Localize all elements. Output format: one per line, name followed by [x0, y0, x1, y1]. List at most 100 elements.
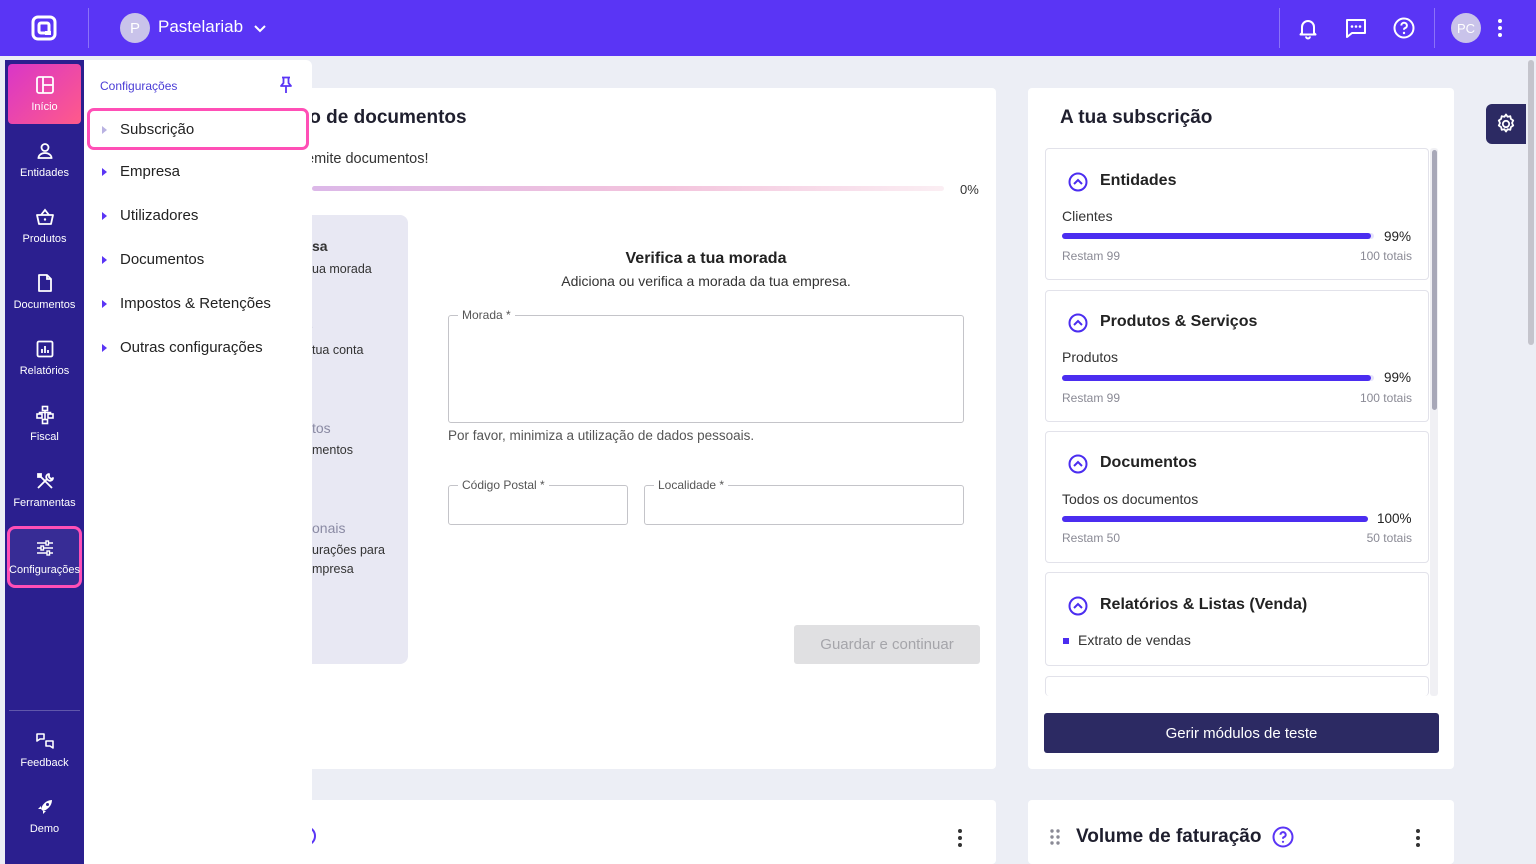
step-4-desc-2: mpresa — [312, 562, 354, 576]
basket-icon — [35, 208, 54, 225]
sub-section-relatorios: Relatórios & Listas (Venda) Extrato de v… — [1045, 572, 1429, 666]
rail-item-demo[interactable]: Demo — [8, 786, 81, 846]
rail-item-inicio[interactable]: Início — [8, 64, 81, 124]
bullet — [1063, 638, 1069, 644]
chevron-up-circle-icon[interactable] — [1068, 454, 1088, 474]
bell-icon[interactable] — [1296, 16, 1320, 40]
steps-panel — [312, 215, 408, 664]
usage-bar — [1062, 233, 1374, 239]
rocket-icon — [37, 800, 52, 814]
divider — [1279, 8, 1280, 48]
locality-label: Localidade * — [654, 478, 729, 492]
submenu-item-documentos[interactable]: Documentos — [102, 251, 204, 268]
divider — [88, 8, 89, 48]
submenu-item-impostos[interactable]: Impostos & Retenções — [102, 295, 271, 312]
usage-label: Clientes — [1062, 208, 1113, 224]
icon-rail: Início Entidades Produtos Documentos Rel… — [5, 60, 84, 864]
rail-item-relatorios[interactable]: Relatórios — [8, 328, 81, 388]
rail-label: Produtos — [22, 233, 67, 245]
rail-item-configuracoes[interactable]: Configurações — [7, 526, 82, 588]
subscription-scroll-thumb[interactable] — [1432, 150, 1437, 410]
rail-label: Demo — [29, 823, 60, 835]
help-icon[interactable] — [1272, 826, 1294, 848]
submenu-item-subscricao[interactable]: Subscrição — [87, 108, 309, 150]
section-heading: Documentos — [1100, 454, 1197, 471]
help-icon[interactable] — [1392, 16, 1416, 40]
chevron-up-circle-icon[interactable] — [1068, 313, 1088, 333]
sub-section-next — [1045, 676, 1429, 696]
rail-item-produtos[interactable]: Produtos — [8, 196, 81, 256]
sub-section-documentos: Documentos Todos os documentos 100% Rest… — [1045, 431, 1429, 563]
morada-field[interactable]: Morada * — [448, 308, 964, 423]
sub-section-produtos: Produtos & Serviços Produtos 99% Restam … — [1045, 290, 1429, 422]
usage-total: 50 totais — [1366, 531, 1412, 545]
feedback-icon — [35, 733, 54, 749]
locality-field[interactable]: Localidade * — [644, 478, 964, 525]
submenu-item-outras[interactable]: Outras configurações — [102, 339, 263, 356]
onboarding-progress-bar — [312, 186, 944, 191]
step-4-desc: urações para — [312, 543, 385, 557]
rail-label: Ferramentas — [13, 497, 76, 509]
dashboard-icon — [35, 76, 54, 94]
rail-item-ferramentas[interactable]: Ferramentas — [8, 460, 81, 520]
drag-handle-icon[interactable] — [1049, 828, 1061, 846]
page-scroll-thumb[interactable] — [1528, 60, 1534, 345]
document-icon — [37, 274, 52, 292]
section-heading: Entidades — [1100, 172, 1177, 189]
step-4-title[interactable]: onais — [312, 520, 345, 536]
save-continue-button[interactable]: Guardar e continuar — [794, 625, 980, 664]
rail-item-feedback[interactable]: Feedback — [8, 720, 81, 780]
sub-section-entidades: Entidades Clientes 99% Restam 99 100 tot… — [1045, 148, 1429, 280]
form-title: Verifica a tua morada — [625, 250, 787, 267]
rail-label: Relatórios — [19, 365, 70, 377]
step-3-title[interactable]: tos — [312, 420, 331, 436]
org-name[interactable]: Pastelariab — [158, 17, 243, 37]
submenu-item-utilizadores[interactable]: Utilizadores — [102, 207, 198, 224]
chevron-up-circle-icon[interactable] — [1068, 596, 1088, 616]
pin-icon[interactable] — [278, 76, 294, 94]
rail-item-entidades[interactable]: Entidades — [8, 130, 81, 190]
submenu-item-label: Outras configurações — [120, 339, 263, 356]
submenu-item-empresa[interactable]: Empresa — [102, 163, 180, 180]
submenu-item-label: Empresa — [120, 163, 181, 180]
chevron-up-circle-icon[interactable] — [1068, 172, 1088, 192]
usage-percent: 99% — [1384, 370, 1412, 385]
usage-percent: 100% — [1377, 511, 1412, 526]
postal-code-field[interactable]: Código Postal * — [448, 478, 628, 525]
usage-bar — [1062, 516, 1368, 522]
user-avatar[interactable]: PC — [1451, 13, 1481, 43]
config-submenu: Configurações Subscrição Empresa Utiliza… — [84, 60, 312, 864]
submenu-item-label: Documentos — [120, 251, 205, 268]
org-avatar[interactable]: P — [120, 13, 150, 43]
onboarding-progress-percent: 0% — [960, 182, 979, 197]
settings-gear-button[interactable] — [1486, 104, 1526, 144]
morada-label: Morada * — [458, 308, 515, 322]
chevron-down-icon[interactable] — [252, 20, 268, 36]
gear-icon — [1497, 113, 1515, 133]
divider — [1434, 8, 1435, 48]
more-vertical-icon[interactable] — [1416, 829, 1420, 850]
step-1-desc: ua morada — [312, 262, 372, 276]
rail-item-documentos[interactable]: Documentos — [8, 262, 81, 322]
top-bar: P Pastelariab PC — [0, 0, 1536, 56]
submenu-item-label: Subscrição — [120, 121, 195, 138]
rail-item-fiscal[interactable]: Fiscal — [8, 394, 81, 454]
usage-bar — [1062, 375, 1374, 381]
more-vertical-icon[interactable] — [958, 829, 962, 850]
caret-right-icon — [102, 211, 107, 220]
subscription-title: A tua subscrição — [1060, 107, 1213, 128]
step-1-title[interactable]: sa — [312, 238, 328, 254]
billing-volume-title: Volume de faturação — [1076, 826, 1262, 847]
usage-remaining: Restam 99 — [1062, 391, 1121, 405]
tools-icon — [36, 473, 54, 489]
manage-test-modules-button[interactable]: Gerir módulos de teste — [1044, 713, 1439, 753]
onboarding-subtitle: emite documentos! — [306, 151, 429, 167]
step-3-desc: mentos — [312, 443, 353, 457]
chat-icon[interactable] — [1344, 16, 1368, 40]
usage-total: 100 totais — [1359, 391, 1412, 405]
rail-label: Configurações — [9, 564, 80, 576]
rail-label: Feedback — [20, 757, 69, 769]
app-logo-icon[interactable] — [30, 14, 58, 42]
more-vertical-icon[interactable] — [1488, 16, 1512, 40]
submenu-title: Configurações — [100, 79, 178, 93]
